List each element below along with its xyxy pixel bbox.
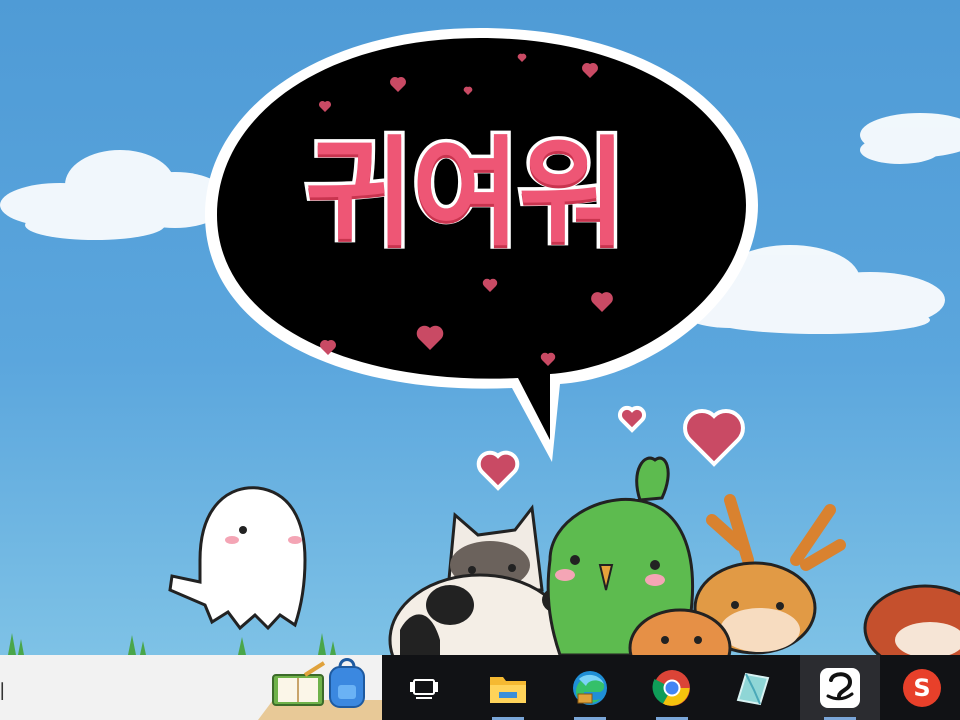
cloud-left xyxy=(0,150,230,240)
search-highlight-image[interactable] xyxy=(258,655,382,720)
taskbar: 기 xyxy=(0,655,960,720)
task-view-icon xyxy=(410,678,438,699)
s-app-label: S xyxy=(913,673,931,702)
ghost xyxy=(168,486,307,631)
s-app-button[interactable]: S xyxy=(890,655,954,720)
chrome-button[interactable] xyxy=(640,655,704,720)
file-explorer-button[interactable] xyxy=(476,655,540,720)
search-placeholder: 기 xyxy=(0,677,5,704)
search-box[interactable]: 기 xyxy=(0,655,382,720)
s-app-icon: S xyxy=(903,668,941,707)
wallpaper-art xyxy=(0,28,960,655)
floating-hearts xyxy=(476,405,745,491)
edge-button[interactable] xyxy=(558,655,622,720)
folder-icon xyxy=(490,676,526,703)
desktop-wallpaper: 귀여워 xyxy=(0,0,960,655)
crystal-app-button[interactable] xyxy=(720,655,784,720)
task-view-button[interactable] xyxy=(392,655,456,720)
red-panda xyxy=(863,584,960,655)
crystal-icon xyxy=(736,672,770,705)
clip-studio-icon xyxy=(820,667,860,708)
speech-bubble-text: 귀여워 xyxy=(302,121,631,266)
cloud-right-top xyxy=(860,113,960,164)
edge-icon xyxy=(573,670,607,705)
backpack-icon xyxy=(329,658,365,708)
clip-studio-button[interactable] xyxy=(800,655,880,720)
chrome-icon xyxy=(652,669,690,706)
notebook-icon xyxy=(272,661,326,706)
